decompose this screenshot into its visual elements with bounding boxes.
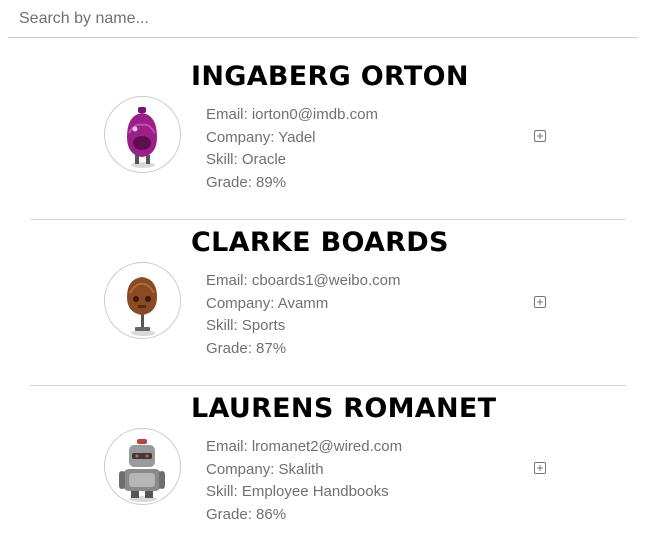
skill-text: Skill: Oracle (206, 151, 287, 168)
email-text: Email: lromanet2@wired.com (206, 438, 403, 455)
student-name: INGABERG ORTON (191, 61, 469, 92)
student-info: Email: cboards1@weibo.com Company: Avamm… (206, 270, 400, 360)
skill-text: Skill: Sports (206, 317, 286, 334)
student-card: CLARKE BOARDS Email: cboards1@weibo.com … (0, 221, 656, 387)
divider (30, 385, 626, 386)
grade-text: Grade: 86% (206, 505, 287, 523)
avatar (104, 262, 181, 339)
email-text: Email: cboards1@weibo.com (206, 272, 401, 289)
grade-text: Grade: 87% (206, 339, 287, 357)
student-info: Email: lromanet2@wired.com Company: Skal… (206, 436, 402, 526)
company-text: Company: Avamm (206, 294, 329, 312)
student-name: CLARKE BOARDS (191, 227, 449, 258)
avatar (104, 96, 181, 173)
grade-text: Grade: 89% (206, 173, 287, 191)
student-card: LAURENS ROMANET Email: lromanet2@wired.c… (0, 387, 656, 553)
student-card: INGABERG ORTON Email: iorton0@imdb.com C… (0, 55, 656, 221)
skill-text: Skill: Employee Handbooks (206, 483, 389, 500)
divider (30, 219, 626, 220)
search-input[interactable] (8, 0, 638, 38)
avatar (104, 428, 181, 505)
robot-avatar-icon (127, 107, 157, 168)
robot-avatar-icon (119, 439, 165, 502)
robot-avatar-icon (127, 277, 157, 336)
company-text: Company: Yadel (206, 128, 316, 146)
plus-box-icon[interactable] (534, 296, 546, 308)
plus-box-icon[interactable] (534, 130, 546, 142)
student-name: LAURENS ROMANET (191, 393, 497, 424)
plus-box-icon[interactable] (534, 462, 546, 474)
student-info: Email: iorton0@imdb.com Company: Yadel S… (206, 104, 378, 194)
email-text: Email: iorton0@imdb.com (206, 106, 378, 123)
company-text: Company: Skalith (206, 460, 324, 478)
